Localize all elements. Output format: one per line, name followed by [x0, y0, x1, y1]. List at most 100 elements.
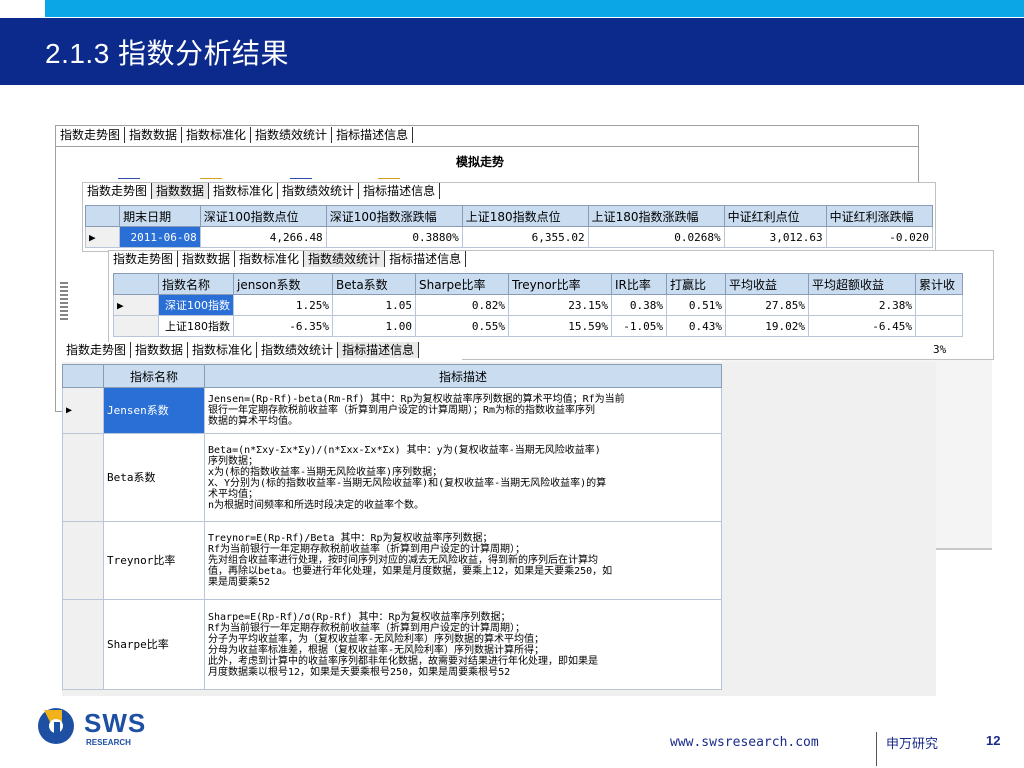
tab-index-trend[interactable]: 指数走势图 — [109, 251, 179, 267]
tab-index-description[interactable]: 指标描述信息 — [338, 342, 420, 358]
indicator-name-cell[interactable]: Jensen系数 — [103, 387, 205, 434]
table-cell[interactable]: 2011-06-08 — [119, 226, 201, 248]
column-header[interactable]: 平均超额收益 — [808, 273, 916, 295]
table-row[interactable]: ▶ 深证100指数 1.25% 1.05 0.82% 23.15% 0.38% … — [113, 294, 963, 316]
column-header[interactable]: 中证红利点位 — [723, 205, 827, 227]
column-header[interactable]: 深证100指数点位 — [199, 205, 327, 227]
column-header[interactable]: Sharpe比率 — [415, 273, 509, 295]
column-header[interactable]: Treynor比率 — [508, 273, 612, 295]
tab-index-performance[interactable]: 指数绩效统计 — [304, 251, 386, 267]
index-data-table: 期末日期 深证100指数点位 深证100指数涨跌幅 上证180指数点位 上证18… — [85, 205, 933, 248]
tab-index-data[interactable]: 指数数据 — [178, 251, 236, 267]
table-row[interactable]: ▶ 2011-06-08 4,266.48 0.3880% 6,355.02 0… — [85, 226, 933, 248]
tab-index-standardize[interactable]: 指数标准化 — [188, 342, 258, 358]
tab-index-trend[interactable]: 指数走势图 — [56, 127, 126, 143]
table-cell[interactable]: 0.38% — [611, 294, 667, 316]
table-cell[interactable]: 上证180指数 — [158, 315, 234, 337]
footer-url[interactable]: www.swsresearch.com — [670, 735, 819, 750]
tab-index-trend[interactable]: 指数走势图 — [83, 183, 153, 199]
table-cell[interactable]: 0.43% — [666, 315, 726, 337]
desc-line: Jensen=(Rp-Rf)-beta(Rm-Rf) 其中：Rp为复权收益率序列… — [208, 394, 625, 405]
table-cell[interactable]: -6.45% — [808, 315, 916, 337]
table-cell[interactable] — [915, 294, 963, 316]
tab-index-description[interactable]: 指标描述信息 — [359, 183, 441, 199]
desc-line: 分子为平均收益率，为（复权收益率-无风险利率）序列数据的算术平均值； — [208, 633, 545, 645]
table-cell[interactable]: 23.15% — [508, 294, 612, 316]
column-header[interactable]: IR比率 — [611, 273, 667, 295]
table-cell[interactable]: 3,012.63 — [723, 226, 827, 248]
table-cell[interactable]: 1.25% — [233, 294, 333, 316]
tab-index-data[interactable]: 指数数据 — [152, 183, 210, 199]
tab-index-trend[interactable]: 指数走势图 — [62, 342, 132, 358]
tab-index-description[interactable]: 指标描述信息 — [332, 127, 414, 143]
column-header[interactable]: 累计收 — [915, 273, 963, 295]
table-header-row: 指标名称 指标描述 — [62, 364, 722, 388]
legend-line-3 — [290, 178, 312, 179]
desc-line: 此外，考虑到计算中的收益率序列都非年化数据，故需要对结果进行年化处理，即如果是 — [208, 655, 598, 667]
table-row[interactable]: 上证180指数 -6.35% 1.00 0.55% 15.59% -1.05% … — [113, 315, 963, 337]
column-header[interactable]: 上证180指数点位 — [461, 205, 589, 227]
table-header-row: 指数名称 jenson系数 Beta系数 Sharpe比率 Treynor比率 … — [113, 273, 963, 295]
table-cell[interactable]: 0.0268% — [587, 226, 725, 248]
row-indicator — [62, 433, 104, 522]
row-indicator-header — [113, 273, 159, 295]
column-header[interactable]: 指标描述 — [204, 364, 722, 388]
table-cell[interactable]: 深证100指数 — [158, 294, 234, 316]
tab-index-standardize[interactable]: 指数标准化 — [209, 183, 279, 199]
table-cell[interactable]: -6.35% — [233, 315, 333, 337]
column-header[interactable]: jenson系数 — [233, 273, 333, 295]
tab-index-performance[interactable]: 指数绩效统计 — [251, 127, 333, 143]
column-header[interactable]: 上证180指数涨跌幅 — [587, 205, 725, 227]
tab-index-performance[interactable]: 指数绩效统计 — [278, 183, 360, 199]
tab-index-standardize[interactable]: 指数标准化 — [182, 127, 252, 143]
indicator-desc-cell[interactable]: Beta=(n*Σxy-Σx*Σy)/(n*Σxx-Σx*Σx) 其中：y为(复… — [204, 433, 722, 522]
table-cell[interactable] — [915, 315, 963, 337]
column-header[interactable]: 平均收益 — [725, 273, 809, 295]
row-pointer-icon: ▶ — [113, 294, 159, 316]
column-header[interactable]: 深证100指数涨跌幅 — [325, 205, 463, 227]
tab-index-data[interactable]: 指数数据 — [125, 127, 183, 143]
indicator-name-cell[interactable]: Treynor比率 — [103, 521, 205, 600]
table-cell[interactable]: 19.02% — [725, 315, 809, 337]
column-header[interactable]: 期末日期 — [119, 205, 201, 227]
indicator-name-cell[interactable]: Sharpe比率 — [103, 599, 205, 690]
column-header[interactable]: 指标名称 — [103, 364, 205, 388]
table-row[interactable]: Beta系数 Beta=(n*Σxy-Σx*Σy)/(n*Σxx-Σx*Σx) … — [62, 433, 722, 522]
table-cell[interactable]: 27.85% — [725, 294, 809, 316]
performance-table: 指数名称 jenson系数 Beta系数 Sharpe比率 Treynor比率 … — [113, 273, 963, 337]
tab-index-data[interactable]: 指数数据 — [131, 342, 189, 358]
footer-divider — [876, 732, 877, 766]
table-cell[interactable]: 2.38% — [808, 294, 916, 316]
table-row[interactable]: ▶ Jensen系数 Jensen=(Rp-Rf)-beta(Rm-Rf) 其中… — [62, 387, 722, 434]
desc-line: 月度数据乘以根号12，如果是天要乘根号250，如果是周要乘根号52 — [208, 666, 511, 678]
table-cell[interactable]: 15.59% — [508, 315, 612, 337]
indicator-name-cell[interactable]: Beta系数 — [103, 433, 205, 522]
table-row[interactable]: Treynor比率 Treynor=E(Rp-Rf)/Beta 其中：Rp为复权… — [62, 521, 722, 600]
desc-line: x为(标的指数收益率-当期无风险收益率)序列数据； — [208, 466, 443, 478]
desc-line: Beta=(n*Σxy-Σx*Σy)/(n*Σxx-Σx*Σx) 其中：y为(复… — [208, 444, 601, 456]
tab-index-standardize[interactable]: 指数标准化 — [235, 251, 305, 267]
table-cell[interactable]: 0.55% — [415, 315, 509, 337]
indicator-desc-cell[interactable]: Treynor=E(Rp-Rf)/Beta 其中：Rp为复权收益率序列数据； R… — [204, 521, 722, 600]
column-header[interactable]: 中证红利涨跌幅 — [825, 205, 933, 227]
tab-index-performance[interactable]: 指数绩效统计 — [257, 342, 339, 358]
table-cell[interactable]: 1.00 — [332, 315, 416, 337]
desc-line: 序列数据； — [208, 455, 258, 467]
desc-line: n为根据时间频率和所选时段决定的收益率个数。 — [208, 499, 425, 511]
table-cell[interactable]: 0.3880% — [325, 226, 463, 248]
table-cell[interactable]: 4,266.48 — [199, 226, 327, 248]
table-cell[interactable]: 6,355.02 — [461, 226, 589, 248]
column-header[interactable]: 指数名称 — [158, 273, 234, 295]
table-cell[interactable]: -1.05% — [611, 315, 667, 337]
table-cell[interactable]: -0.020 — [825, 226, 933, 248]
indicator-desc-cell[interactable]: Jensen=(Rp-Rf)-beta(Rm-Rf) 其中：Rp为复权收益率序列… — [204, 387, 722, 434]
tab-index-description[interactable]: 指标描述信息 — [385, 251, 467, 267]
indicator-desc-cell[interactable]: Sharpe=E(Rp-Rf)/σ(Rp-Rf) 其中：Rp为复权收益率序列数据… — [204, 599, 722, 690]
table-row[interactable]: Sharpe比率 Sharpe=E(Rp-Rf)/σ(Rp-Rf) 其中：Rp为… — [62, 599, 722, 690]
table-cell[interactable]: 0.82% — [415, 294, 509, 316]
column-header[interactable]: 打赢比 — [666, 273, 726, 295]
table-header-row: 期末日期 深证100指数点位 深证100指数涨跌幅 上证180指数点位 上证18… — [85, 205, 933, 227]
column-header[interactable]: Beta系数 — [332, 273, 416, 295]
table-cell[interactable]: 0.51% — [666, 294, 726, 316]
table-cell[interactable]: 1.05 — [332, 294, 416, 316]
